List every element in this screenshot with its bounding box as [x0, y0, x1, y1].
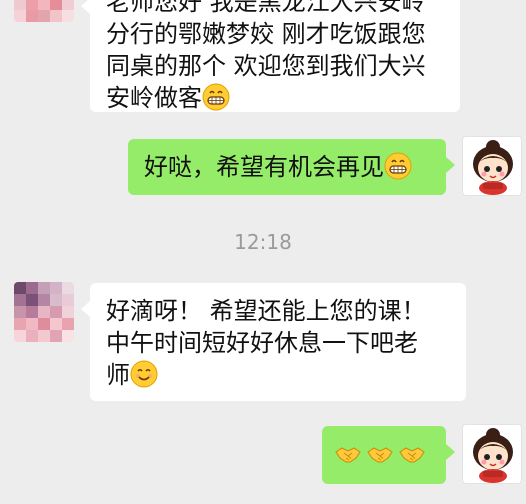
message-bubble-outgoing[interactable]: 好哒，希望有机会再见 — [128, 139, 455, 195]
grinning-face-emoji — [202, 83, 230, 111]
handshake-emoji — [335, 447, 361, 463]
message-line: 师 — [106, 361, 130, 389]
my-avatar[interactable] — [462, 424, 522, 484]
message-line: 老师您好 我是黑龙江大兴安岭 — [106, 0, 426, 16]
grinning-face-emoji — [384, 152, 412, 180]
message-line: 同桌的那个 欢迎您到我们大兴 — [106, 52, 426, 80]
message-text: 好哒，希望有机会再见 — [144, 153, 384, 181]
contact-avatar[interactable] — [14, 282, 74, 342]
message-bubble-outgoing[interactable] — [322, 426, 455, 484]
message-bubble-incoming[interactable]: 老师您好 我是黑龙江大兴安岭 分行的鄂嫩梦姣 刚才吃饭跟您 同桌的那个 欢迎您到… — [81, 0, 460, 112]
message-line: 安岭做客 — [106, 84, 202, 112]
timestamp: 12:18 — [234, 230, 292, 254]
message-bubble-incoming[interactable]: 好滴呀！ 希望还能上您的课！ 中午时间短好好休息一下吧老 师 — [81, 283, 466, 401]
message-line: 好滴呀！ 希望还能上您的课！ — [106, 297, 426, 325]
cartoon-girl-icon — [473, 428, 513, 483]
handshake-emoji — [399, 447, 425, 463]
contact-avatar[interactable] — [14, 0, 74, 22]
cartoon-girl-icon — [473, 140, 513, 195]
message-line: 分行的鄂嫩梦姣 刚才吃饭跟您 — [106, 20, 426, 48]
message-line: 中午时间短好好休息一下吧老 — [106, 329, 418, 357]
smiling-face-emoji — [130, 360, 158, 388]
my-avatar[interactable] — [462, 136, 522, 196]
handshake-emoji — [367, 447, 393, 463]
